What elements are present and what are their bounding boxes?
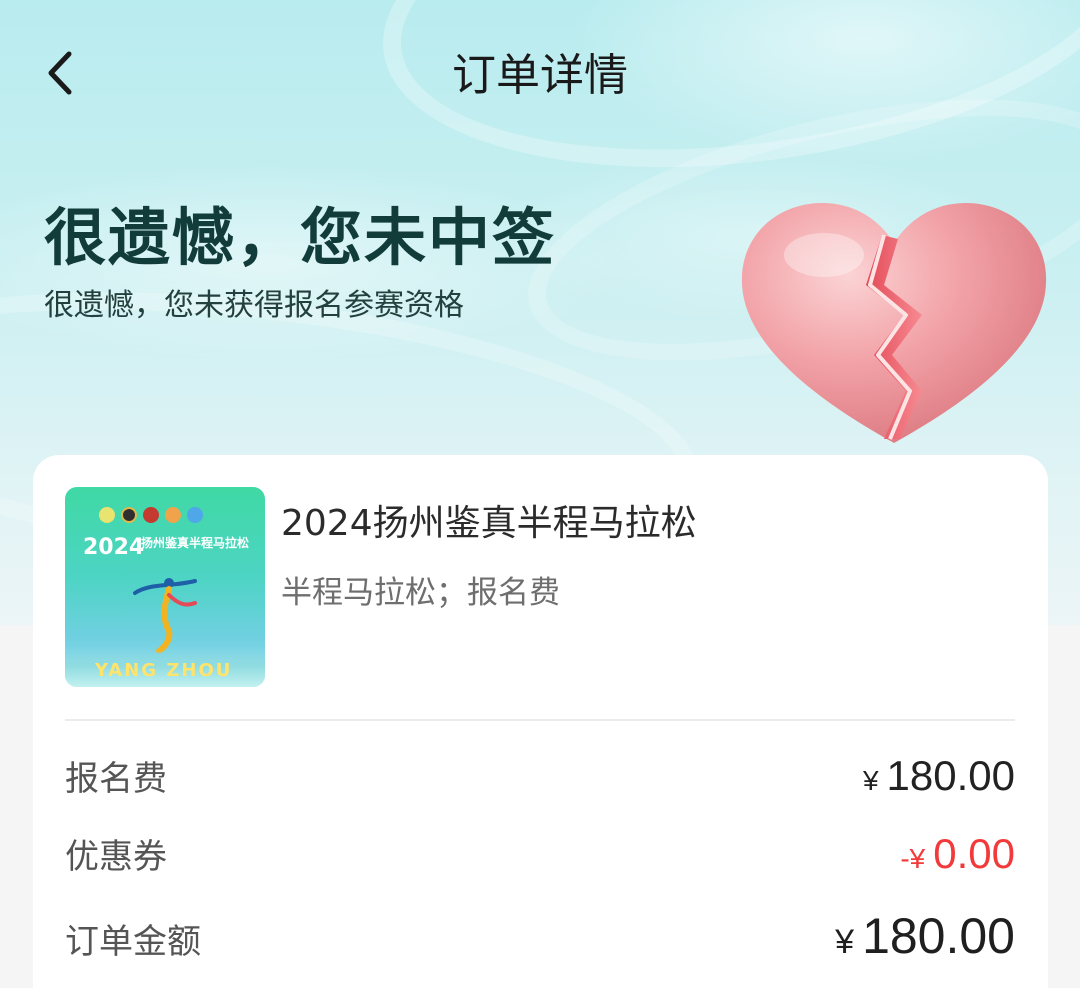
coupon-row: 优惠券 -¥ 0.00: [65, 829, 1015, 878]
logo-icon: [187, 507, 203, 523]
logo-icon: [121, 507, 137, 523]
registration-fee-value: ¥180.00: [863, 752, 1015, 800]
result-headline: 很遗憾，您未中签: [44, 201, 557, 274]
runner-figure-icon: [133, 578, 197, 653]
order-total-label: 订单金额: [65, 922, 201, 962]
poster-year: 2024: [83, 535, 145, 560]
amount: 180.00: [886, 752, 1015, 799]
order-total-value: ¥180.00: [835, 907, 1015, 965]
page-title: 订单详情: [452, 50, 628, 101]
logo-icon: [165, 507, 181, 523]
currency-symbol: ¥: [835, 923, 855, 961]
divider: [65, 719, 1015, 721]
currency-symbol: ¥: [909, 843, 926, 874]
currency-symbol: ¥: [862, 765, 879, 796]
sponsor-logos: [99, 507, 203, 523]
poster-title: 扬州鉴真半程马拉松: [141, 536, 250, 550]
event-name: 2024扬州鉴真半程马拉松: [281, 503, 697, 544]
registration-fee-row: 报名费 ¥180.00: [65, 751, 1015, 800]
poster-city: YANG ZHOU: [95, 660, 233, 681]
logo-icon: [99, 507, 115, 523]
order-card: 2024 扬州鉴真半程马拉松 YANG ZHOU 2024扬州鉴真半程马拉松 半…: [33, 455, 1048, 988]
coupon-label: 优惠券: [65, 837, 167, 877]
amount-prefix: -: [900, 843, 910, 874]
event-poster-image[interactable]: 2024 扬州鉴真半程马拉松 YANG ZHOU: [65, 487, 265, 687]
event-description: 半程马拉松；报名费: [281, 575, 560, 611]
registration-fee-label: 报名费: [65, 759, 167, 799]
order-total-row: 订单金额 ¥180.00: [65, 907, 1015, 965]
logo-icon: [143, 507, 159, 523]
broken-heart-icon: [741, 203, 1047, 443]
result-subline: 很遗憾，您未获得报名参赛资格: [44, 288, 464, 323]
amount: 0.00: [933, 830, 1015, 877]
amount: 180.00: [862, 908, 1015, 964]
coupon-value: -¥ 0.00: [900, 830, 1015, 878]
